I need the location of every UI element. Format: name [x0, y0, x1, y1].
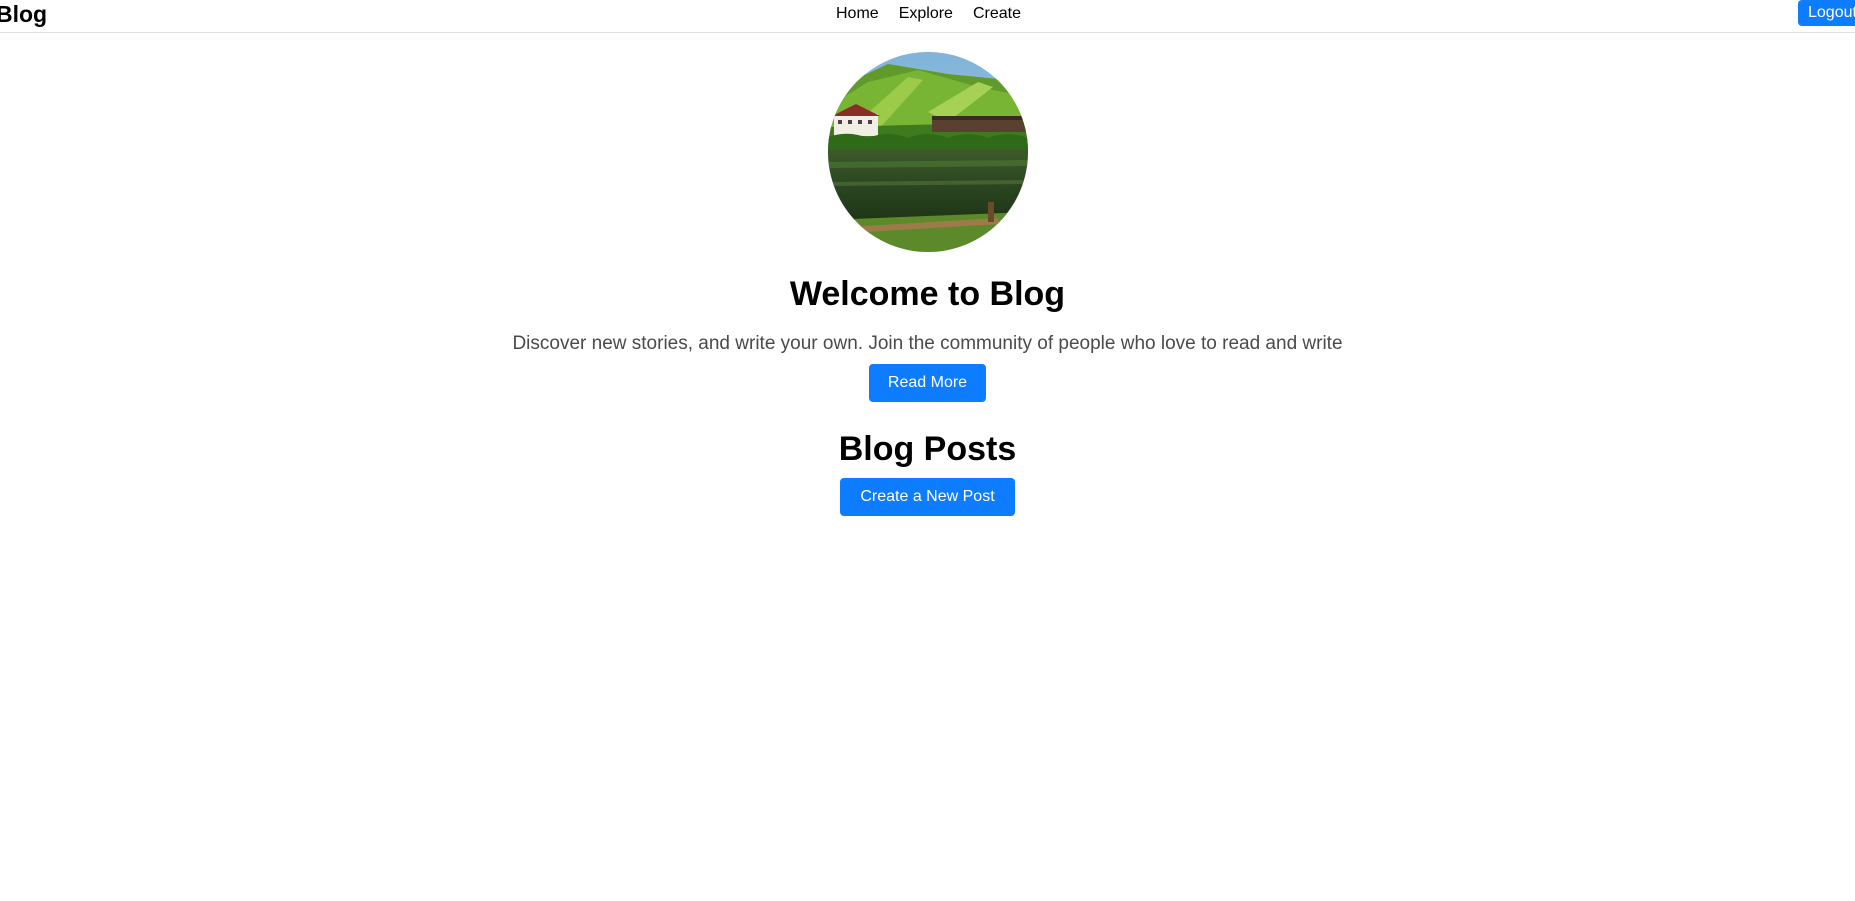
logout-button[interactable]: Logout [1798, 0, 1855, 26]
create-new-post-button[interactable]: Create a New Post [840, 478, 1015, 516]
brand-logo[interactable]: Blog [0, 0, 47, 28]
nav-link-explore[interactable]: Explore [899, 4, 953, 24]
hero-avatar-image [827, 52, 1028, 252]
blog-posts-heading: Blog Posts [838, 430, 1017, 468]
read-more-button[interactable]: Read More [868, 364, 987, 402]
navbar: Blog Home Explore Create Logout [0, 0, 1855, 33]
hero-section: Welcome to Blog Discover new stories, an… [0, 52, 1855, 516]
nav-link-home[interactable]: Home [836, 4, 879, 24]
nav-links: Home Explore Create [836, 4, 1041, 24]
landscape-photo-icon [827, 52, 1028, 252]
hero-title: Welcome to Blog [789, 275, 1066, 313]
hero-subtitle: Discover new stories, and write your own… [512, 333, 1343, 354]
nav-link-create[interactable]: Create [973, 4, 1021, 24]
